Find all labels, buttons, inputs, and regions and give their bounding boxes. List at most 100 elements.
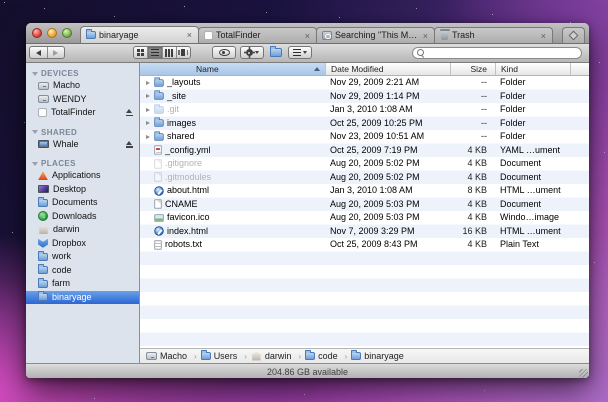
table-row[interactable]: .git Jan 3, 2010 1:08 AM -- Folder [140,103,589,117]
close-button[interactable] [32,27,42,38]
path-segment[interactable]: binaryage [351,350,415,361]
table-row[interactable]: robots.txt Oct 25, 2009 8:43 PM 4 KB Pla… [140,238,589,252]
section-label: PLACES [41,159,76,168]
tab-close-icon[interactable]: × [304,29,311,43]
finder-tab[interactable]: binaryage × [80,26,199,43]
tab-label: TotalFinder [216,30,261,40]
file-icon [154,77,164,87]
path-segment[interactable]: darwin › [250,351,305,361]
sidebar-item[interactable]: Downloads [26,210,139,224]
disclosure-triangle-icon[interactable] [145,94,151,99]
finder-tab[interactable]: Searching "This Mac" × [316,27,435,43]
sidebar-item[interactable]: Desktop [26,183,139,197]
sidebar-item[interactable]: Dropbox [26,237,139,251]
tab-close-icon[interactable]: × [422,29,429,43]
file-name-cell[interactable]: index.html [140,225,325,239]
date-modified-cell: Oct 25, 2009 10:25 PM [330,117,423,128]
file-name-cell[interactable]: _site [140,90,325,104]
path-segment[interactable]: code › [305,350,351,361]
sidebar-item[interactable]: Applications [26,169,139,183]
window-controls [32,23,80,43]
date-modified-cell: Jan 3, 2010 1:08 AM [330,185,413,196]
file-name-cell[interactable]: about.html [140,184,325,198]
column-header-size[interactable]: Size [450,63,495,75]
file-name-cell[interactable]: shared [140,130,325,144]
file-name-cell[interactable]: CNAME [140,198,325,212]
table-row[interactable]: images Oct 25, 2009 10:25 PM -- Folder [140,117,589,131]
list-view-button[interactable] [147,47,162,58]
table-row[interactable]: _layouts Nov 29, 2009 2:21 AM -- Folder [140,76,589,90]
sidebar-item[interactable]: Macho [26,79,139,93]
new-folder-button[interactable] [268,46,284,59]
minimize-button[interactable] [47,27,57,38]
table-row[interactable]: CNAME Aug 20, 2009 5:03 PM 4 KB Document [140,198,589,212]
file-name-cell[interactable]: .git [140,103,325,117]
sidebar-section-places[interactable]: PLACES [26,157,139,169]
table-row[interactable]: .gitmodules Aug 20, 2009 5:02 PM 4 KB Do… [140,171,589,185]
eject-icon[interactable] [125,140,134,149]
file-icon [154,226,164,236]
finder-tab[interactable]: TotalFinder × [198,27,317,43]
search-field[interactable] [412,46,582,59]
search-input[interactable] [427,47,577,58]
sidebar-item[interactable]: Documents [26,196,139,210]
empty-cell [570,76,589,90]
sidebar-item[interactable]: Whale [26,138,139,152]
file-name-cell[interactable]: favicon.ico [140,211,325,225]
action-menu-button[interactable] [240,46,264,59]
disclosure-triangle-icon[interactable] [145,80,151,85]
column-header-date-modified[interactable]: Date Modified [325,63,450,75]
file-name-cell[interactable]: _config.yml [140,144,325,158]
sidebar-item[interactable]: work [26,250,139,264]
file-name-cell[interactable]: robots.txt [140,238,325,252]
column-header-name[interactable]: Name [140,63,325,75]
sidebar-item[interactable]: farm [26,277,139,291]
new-tab-button[interactable] [562,27,585,43]
table-row[interactable]: favicon.ico Aug 20, 2009 5:03 PM 4 KB Wi… [140,211,589,225]
sidebar-item-icon [38,108,47,118]
sidebar-section-shared[interactable]: SHARED [26,126,139,138]
path-segment[interactable]: Users › [200,350,251,361]
file-name-cell[interactable]: .gitmodules [140,171,325,185]
sidebar-item[interactable]: WENDY [26,93,139,107]
size-cell: 4 KB [467,239,487,250]
kind-cell: Windo…image [500,212,560,223]
disclosure-triangle-icon[interactable] [145,121,151,126]
table-row[interactable]: _config.yml Oct 25, 2009 7:19 PM 4 KB YA… [140,144,589,158]
file-name-cell[interactable]: .gitignore [140,157,325,171]
column-header-kind[interactable]: Kind [495,63,570,75]
sidebar-section-devices[interactable]: DEVICES [26,67,139,79]
eject-icon[interactable] [125,108,134,117]
eye-icon [218,49,230,56]
column-header-empty [570,63,589,75]
table-row[interactable]: about.html Jan 3, 2010 1:08 AM 8 KB HTML… [140,184,589,198]
tab-close-icon[interactable]: × [186,28,193,42]
forward-button[interactable] [46,47,65,58]
table-row[interactable]: .gitignore Aug 20, 2009 5:02 PM 4 KB Doc… [140,157,589,171]
empty-cell [570,117,589,131]
table-row[interactable]: shared Nov 23, 2009 10:51 AM -- Folder [140,130,589,144]
file-name-cell[interactable]: images [140,117,325,131]
disclosure-triangle-icon[interactable] [145,134,151,139]
back-button[interactable] [30,47,47,58]
sidebar-item[interactable]: binaryage [26,290,139,304]
column-view-button[interactable] [161,47,176,58]
icon-view-button[interactable] [134,47,147,58]
table-row[interactable]: index.html Nov 7, 2009 3:29 PM 16 KB HTM… [140,225,589,239]
sidebar-item[interactable]: darwin [26,223,139,237]
table-row[interactable]: _site Nov 29, 2009 1:14 PM -- Folder [140,90,589,104]
sidebar-item[interactable]: TotalFinder [26,106,139,120]
file-name-cell[interactable]: _layouts [140,76,325,90]
zoom-button[interactable] [62,27,72,38]
path-segment[interactable]: Macho › [146,351,201,361]
column-label: Date Modified [331,64,384,74]
file-list-pane: Name Date Modified Size Kind _layouts No… [140,63,589,363]
coverflow-view-button[interactable] [175,47,190,58]
tab-close-icon[interactable]: × [540,29,547,43]
disclosure-triangle-icon[interactable] [145,107,151,112]
arrange-menu-button[interactable] [288,46,312,59]
finder-tab[interactable]: Trash × [434,27,553,43]
quick-look-button[interactable] [212,46,236,59]
sidebar-item[interactable]: code [26,264,139,278]
resize-grip[interactable] [579,369,588,378]
